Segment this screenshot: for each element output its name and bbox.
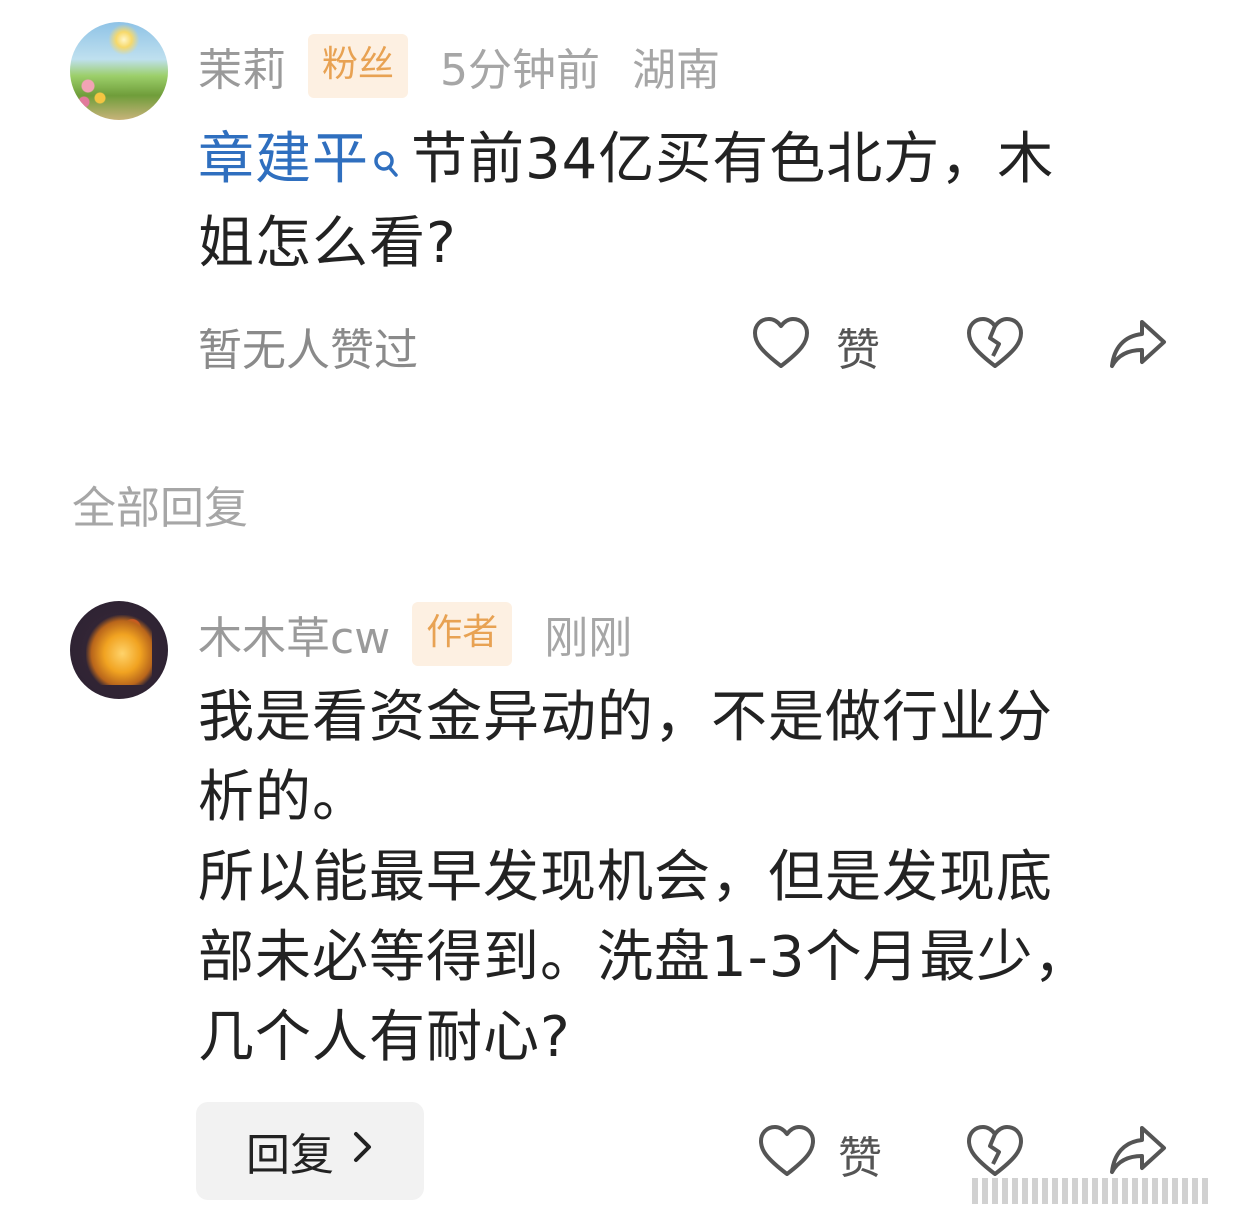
reply-text-line-1: 我是看资金异动的，不是做行业分 [198, 685, 1053, 750]
likes-summary: 暂无人赞过 [198, 325, 418, 376]
reply-text-line-2: 析的。 [198, 765, 369, 830]
comment-text: 章建平 节前34亿买有色北方，木 姐怎么看? [198, 120, 1158, 284]
reply-text: 我是看资金异动的，不是做行业分 析的。 所以能最早发现机会，但是发现底 部未必等… [198, 678, 1158, 1078]
avatar[interactable] [70, 22, 168, 120]
fan-badge: 粉丝 [308, 34, 409, 98]
username[interactable]: 茉莉 [198, 34, 286, 98]
like-label[interactable]: 赞 [838, 1122, 882, 1186]
username[interactable]: 木木草cw [198, 602, 390, 666]
search-icon[interactable] [373, 124, 399, 204]
timestamp: 5分钟前 [440, 45, 601, 96]
broken-heart-icon[interactable] [966, 1124, 1024, 1184]
comment-line-1: 章建平 节前34亿买有色北方，木 [198, 120, 1158, 204]
chevron-right-icon [352, 1128, 374, 1174]
author-badge: 作者 [412, 602, 513, 666]
share-icon[interactable] [1108, 1124, 1168, 1180]
reply-text-line-5: 几个人有耐心? [198, 1005, 571, 1070]
heart-icon[interactable] [758, 1124, 816, 1184]
reply-button[interactable]: 回复 [196, 1102, 424, 1200]
timestamp: 刚刚 [544, 613, 633, 664]
replies-header: 全部回复 [72, 483, 248, 534]
heart-icon[interactable] [752, 316, 810, 376]
reply-button-label: 回复 [246, 1130, 334, 1181]
share-icon[interactable] [1108, 318, 1168, 374]
broken-heart-icon[interactable] [966, 316, 1024, 376]
reply-text-line-3: 所以能最早发现机会，但是发现底 [198, 845, 1053, 910]
comment-text-line-2: 姐怎么看? [198, 211, 457, 276]
reply-text-line-4: 部未必等得到。洗盘1-3个月最少， [198, 925, 1091, 990]
watermark [972, 1178, 1212, 1204]
location: 湖南 [632, 45, 721, 96]
comment-meta: 茉莉 粉丝 5分钟前 湖南 [198, 34, 720, 98]
comment-text-line-1: 节前34亿买有色北方，木 [411, 127, 1055, 192]
like-label[interactable]: 赞 [836, 314, 880, 378]
avatar[interactable] [70, 601, 168, 699]
mention-link[interactable]: 章建平 [198, 127, 369, 192]
reply-meta: 木木草cw 作者 刚刚 [198, 602, 632, 666]
